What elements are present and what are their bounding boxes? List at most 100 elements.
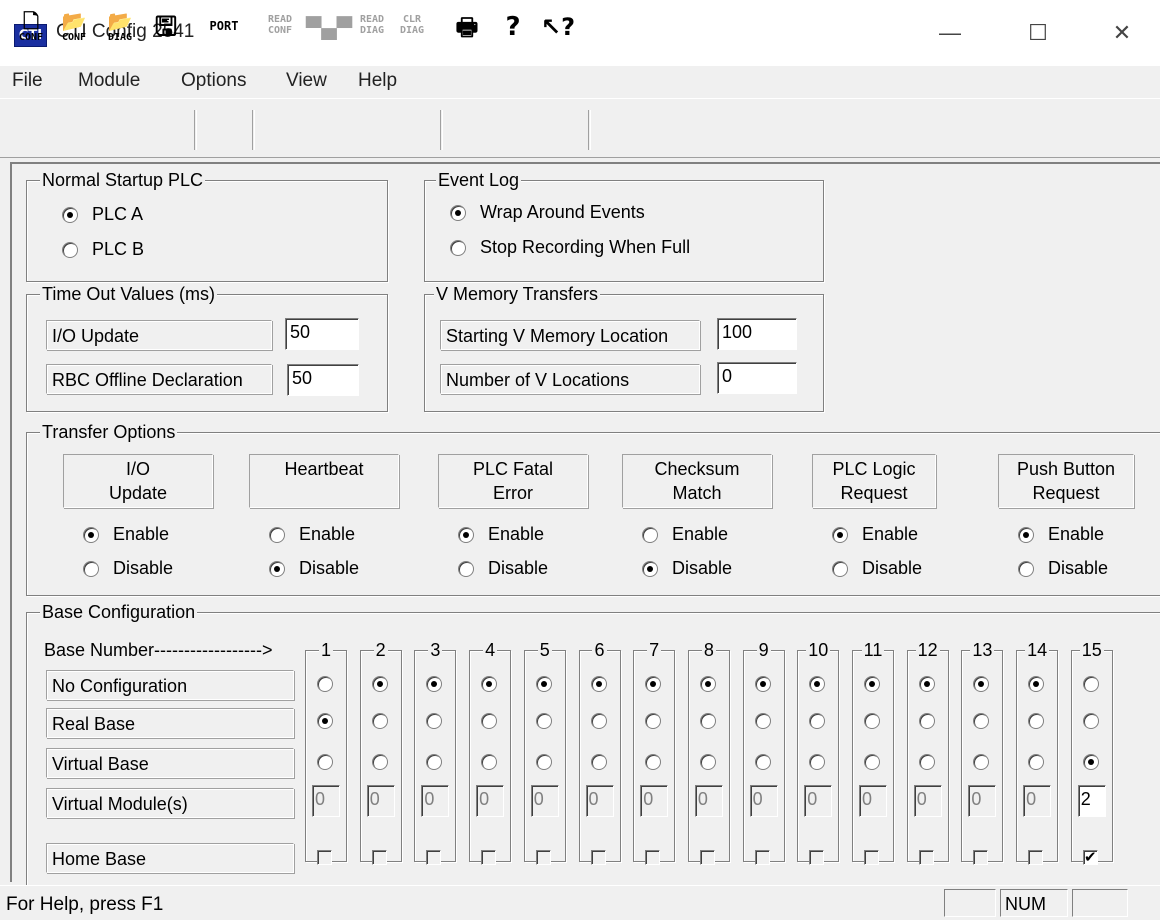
save-button[interactable]: 🖫	[150, 10, 182, 50]
real-base-radio-8[interactable]	[699, 713, 716, 729]
real-base-radio-5[interactable]	[535, 713, 552, 729]
home-base-checkbox-3[interactable]	[426, 850, 442, 865]
virtual-modules-input-5[interactable]: 0	[530, 785, 559, 817]
virtual-modules-input-12[interactable]: 0	[913, 785, 942, 817]
virtual-base-radio-15[interactable]	[1082, 754, 1099, 770]
menu-view[interactable]: View	[286, 70, 327, 92]
home-base-checkbox-2[interactable]	[371, 850, 387, 865]
new-conf-button[interactable]: 🗋 CONF	[16, 10, 46, 50]
no-config-radio-1[interactable]	[317, 676, 333, 692]
virtual-base-radio-14[interactable]	[1028, 754, 1045, 770]
no-config-radio-2[interactable]	[371, 676, 388, 692]
open-conf-button[interactable]: 📂 CONF	[58, 10, 90, 50]
rbc-offline-input[interactable]: 50	[287, 364, 359, 396]
home-base-checkbox-13[interactable]	[973, 850, 989, 865]
menu-module[interactable]: Module	[78, 70, 140, 92]
no-config-radio-4[interactable]	[481, 676, 498, 692]
virtual-modules-input-13[interactable]: 0	[968, 785, 997, 817]
transfer-disable-radio-3[interactable]	[642, 561, 658, 577]
transfer-enable-radio-2[interactable]	[458, 527, 474, 543]
num-vloc-input[interactable]: 0	[717, 362, 797, 394]
transfer-disable-radio-2[interactable]	[458, 561, 474, 577]
no-config-radio-15[interactable]	[1082, 676, 1099, 692]
read-diag-button[interactable]: READ DIAG	[354, 14, 390, 54]
virtual-modules-input-8[interactable]: 0	[694, 785, 723, 817]
virtual-base-radio-12[interactable]	[918, 754, 935, 770]
no-config-radio-9[interactable]	[754, 676, 771, 692]
virtual-modules-input-7[interactable]: 0	[640, 785, 669, 817]
home-base-checkbox-11[interactable]	[864, 850, 879, 865]
menu-help[interactable]: Help	[358, 70, 397, 92]
plc-a-radio[interactable]	[62, 207, 78, 223]
no-config-radio-8[interactable]	[699, 676, 716, 692]
no-config-radio-14[interactable]	[1028, 676, 1045, 692]
virtual-base-radio-4[interactable]	[481, 754, 498, 770]
home-base-checkbox-5[interactable]	[535, 850, 551, 865]
real-base-radio-12[interactable]	[918, 713, 935, 729]
home-base-checkbox-14[interactable]	[1028, 850, 1044, 865]
maximize-button[interactable]: ☐	[1008, 8, 1068, 58]
home-base-checkbox-8[interactable]	[699, 850, 715, 865]
transfer-enable-radio-1[interactable]	[269, 527, 285, 543]
virtual-base-radio-5[interactable]	[535, 754, 552, 770]
virtual-modules-input-2[interactable]: 0	[366, 785, 395, 817]
real-base-radio-1[interactable]	[317, 713, 333, 729]
virtual-base-radio-6[interactable]	[590, 754, 607, 770]
home-base-checkbox-1[interactable]	[317, 850, 332, 865]
read-conf-button[interactable]: READ CONF	[262, 14, 298, 54]
transfer-disable-radio-1[interactable]	[269, 561, 285, 577]
close-button[interactable]: ✕	[1092, 8, 1152, 58]
virtual-modules-input-1[interactable]: 0	[312, 785, 340, 817]
virtual-base-radio-2[interactable]	[371, 754, 388, 770]
transfer-enable-radio-3[interactable]	[642, 527, 658, 543]
transfer-disable-radio-4[interactable]	[832, 561, 848, 577]
virtual-modules-input-15[interactable]: 2	[1077, 785, 1106, 817]
real-base-radio-4[interactable]	[481, 713, 498, 729]
plc-b-radio[interactable]	[62, 242, 78, 258]
no-config-radio-11[interactable]	[864, 676, 880, 692]
wrap-around-radio[interactable]	[450, 205, 466, 221]
virtual-base-radio-11[interactable]	[864, 754, 880, 770]
no-config-radio-6[interactable]	[590, 676, 607, 692]
transfer-enable-radio-0[interactable]	[83, 527, 99, 543]
transfer-disable-radio-0[interactable]	[83, 561, 99, 577]
virtual-modules-input-14[interactable]: 0	[1023, 785, 1052, 817]
home-base-checkbox-9[interactable]	[754, 850, 770, 865]
transfer-disable-radio-5[interactable]	[1018, 561, 1034, 577]
real-base-radio-11[interactable]	[864, 713, 880, 729]
transfer-enable-radio-4[interactable]	[832, 527, 848, 543]
no-config-radio-5[interactable]	[535, 676, 552, 692]
home-base-checkbox-15[interactable]: ✔	[1082, 850, 1098, 865]
minimize-button[interactable]: —	[920, 8, 980, 58]
menu-file[interactable]: File	[12, 70, 43, 92]
clr-diag-button[interactable]: CLR DIAG	[394, 14, 430, 54]
virtual-base-radio-8[interactable]	[699, 754, 716, 770]
virtual-modules-input-11[interactable]: 0	[859, 785, 887, 817]
transfer-enable-radio-5[interactable]	[1018, 527, 1034, 543]
port-button[interactable]: PORT	[204, 10, 244, 50]
io-update-input[interactable]: 50	[285, 318, 359, 350]
open-diag-button[interactable]: 📂 DIAG	[104, 10, 136, 50]
home-base-checkbox-12[interactable]	[918, 850, 934, 865]
virtual-modules-input-6[interactable]: 0	[585, 785, 614, 817]
home-base-checkbox-6[interactable]	[590, 850, 606, 865]
virtual-modules-input-3[interactable]: 0	[421, 785, 450, 817]
start-vmem-input[interactable]: 100	[717, 318, 797, 350]
print-button[interactable]: 🖶	[450, 10, 484, 50]
virtual-base-radio-1[interactable]	[317, 754, 333, 770]
real-base-radio-2[interactable]	[371, 713, 388, 729]
real-base-radio-14[interactable]	[1028, 713, 1045, 729]
no-config-radio-12[interactable]	[918, 676, 935, 692]
real-base-radio-9[interactable]	[754, 713, 771, 729]
real-base-radio-15[interactable]	[1082, 713, 1099, 729]
real-base-radio-6[interactable]	[590, 713, 607, 729]
help-button[interactable]: ?	[498, 10, 528, 50]
home-base-checkbox-4[interactable]	[481, 850, 497, 865]
module-icon-button[interactable]: ▀▄▀	[306, 10, 352, 50]
virtual-modules-input-9[interactable]: 0	[749, 785, 778, 817]
virtual-modules-input-10[interactable]: 0	[804, 785, 833, 817]
virtual-modules-input-4[interactable]: 0	[476, 785, 505, 817]
stop-recording-radio[interactable]	[450, 240, 466, 256]
virtual-base-radio-9[interactable]	[754, 754, 771, 770]
home-base-checkbox-7[interactable]	[645, 850, 661, 865]
